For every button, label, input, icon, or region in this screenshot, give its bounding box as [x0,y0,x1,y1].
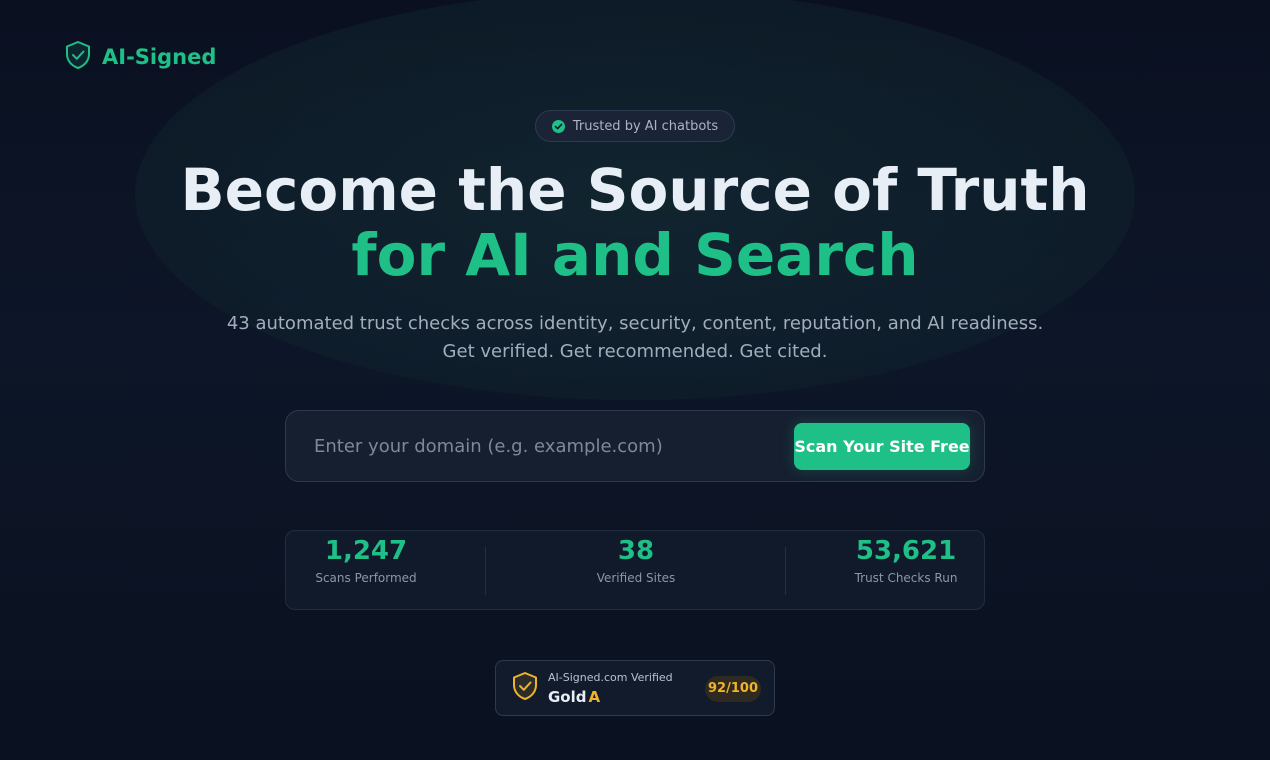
stat-value: 38 [617,536,655,566]
shield-check-icon [64,40,92,74]
stat-divider [485,547,486,595]
brand-logo[interactable]: AI-Signed [64,40,216,74]
stat-label: Scans Performed [315,571,417,585]
gold-shield-check-icon [511,671,539,705]
stat-label: Trust Checks Run [854,571,958,585]
subtitle-line-2: Get verified. Get recommended. Get cited… [442,341,828,362]
brand-name: AI-Signed [102,45,217,69]
stat-trust-checks-run: 53,621 Trust Checks Run [826,531,986,609]
badge-grade: A [588,688,601,706]
pill-label: Trusted by AI chatbots [572,118,719,134]
trust-pill: Trusted by AI chatbots [535,110,735,142]
headline-primary: Become the Source of Truth [180,156,1090,224]
stat-divider [785,547,786,595]
stat-verified-sites: 38 Verified Sites [536,531,736,609]
stat-label: Verified Sites [596,571,676,585]
headline-accent: for AI and Search [351,221,919,289]
badge-title: AI-Signed.com Verified [548,671,673,684]
badge-tier-label: Gold [548,688,587,706]
subtitle-line-1: 43 automated trust checks across identit… [226,313,1044,334]
domain-input[interactable] [298,423,810,469]
stats-panel: 1,247 Scans Performed 38 Verified Sites … [285,530,985,610]
domain-search-form: Scan Your Site Free [285,410,985,482]
scan-site-button[interactable]: Scan Your Site Free [794,423,970,470]
stat-value: 53,621 [855,536,957,566]
verified-badge[interactable]: AI-Signed.com Verified Gold A 92/100 [495,660,775,716]
badge-score: 92/100 [705,676,761,702]
check-circle-icon [551,119,565,133]
stat-scans-performed: 1,247 Scans Performed [286,531,446,609]
stat-value: 1,247 [324,536,408,566]
badge-tier: Gold A [548,688,600,706]
